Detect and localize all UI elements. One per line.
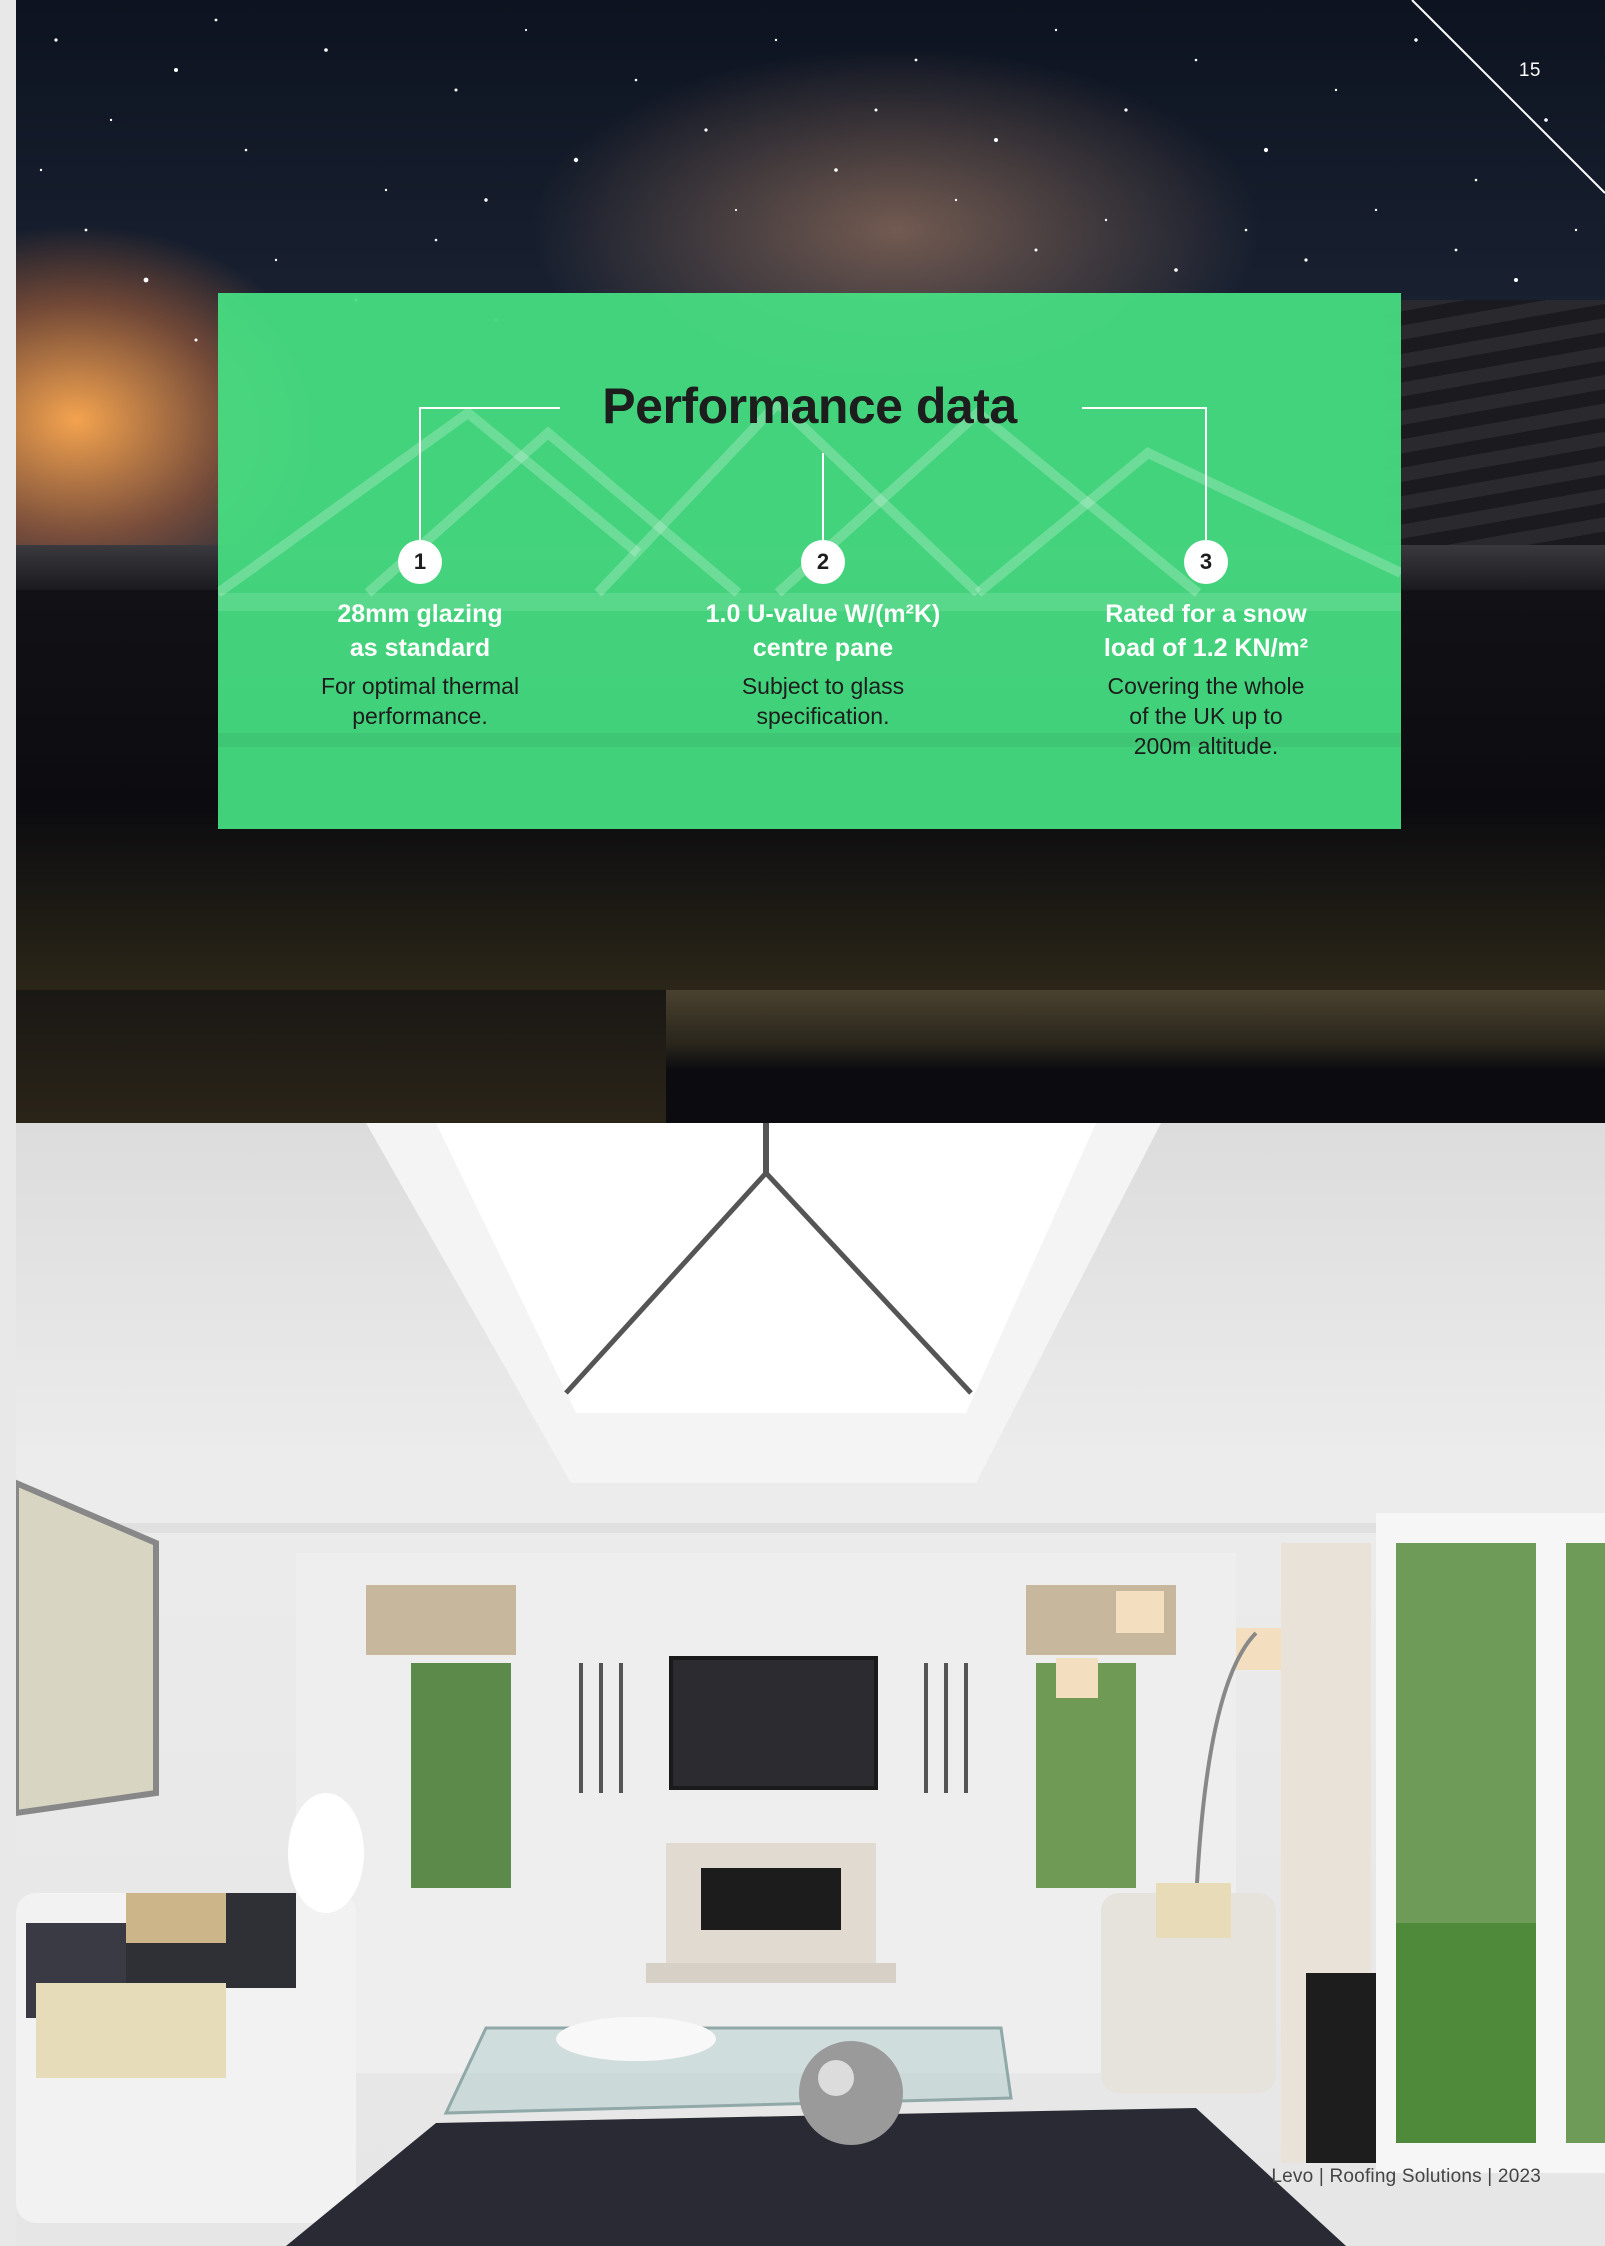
footer-credit: Levo | Roofing Solutions | 2023: [1271, 2166, 1541, 2188]
living-room-illustration: [16, 1123, 1605, 2246]
footer-brand: Levo: [1271, 2166, 1314, 2187]
living-room-photo: Levo | Roofing Solutions | 2023: [16, 1123, 1605, 2246]
item-heading: Rated for a snow load of 1.2 KN/m²: [1103, 600, 1309, 662]
footer-separator: |: [1481, 2166, 1498, 2187]
performance-data-panel: Performance data 1 28mm glazing as stand…: [218, 293, 1401, 829]
fascia-board: [666, 990, 1605, 1123]
footer-product: Roofing Solutions: [1329, 2166, 1482, 2187]
footer-year: 2023: [1497, 2166, 1541, 2187]
item-heading: 28mm glazing as standard: [337, 600, 503, 662]
roof-tiles: [1385, 300, 1605, 560]
item-description: Subject to glass specification.: [741, 673, 905, 729]
item-number-badge: 2: [801, 540, 845, 584]
item-description: For optimal thermal performance.: [320, 673, 520, 729]
brochure-page: 15 Performance data 1 28mm glazing as st…: [16, 0, 1605, 2246]
item-number-badge: 1: [398, 540, 442, 584]
item-description: Covering the whole of the UK up to 200m …: [1107, 673, 1305, 759]
footer-separator: |: [1313, 2166, 1330, 2187]
item-number-badge: 3: [1184, 540, 1228, 584]
item-heading: 1.0 U-value W/(m²K) centre pane: [705, 600, 941, 662]
page-number: 15: [1518, 60, 1541, 81]
